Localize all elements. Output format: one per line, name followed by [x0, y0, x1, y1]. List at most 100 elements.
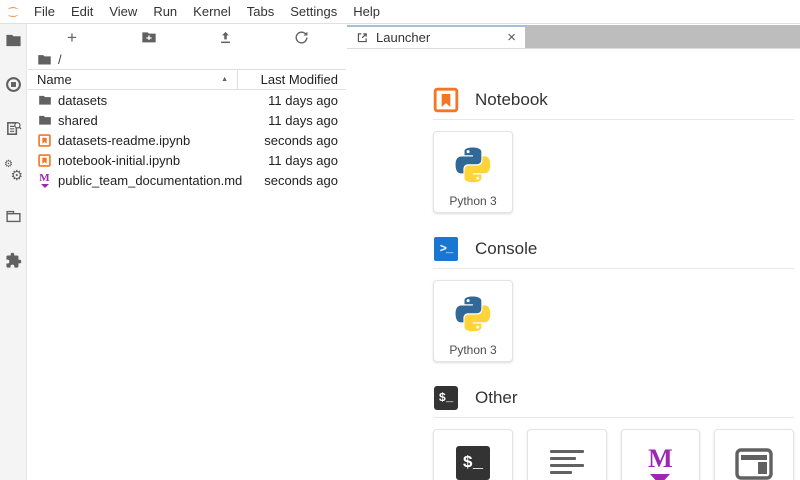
notebook-icon — [37, 133, 52, 148]
close-icon[interactable]: × — [507, 30, 516, 45]
column-header-last-modified[interactable]: Last Modified — [237, 70, 346, 89]
menu-file[interactable]: File — [26, 4, 63, 19]
file-modified: seconds ago — [264, 172, 338, 188]
notebook-icon — [37, 153, 52, 168]
sort-ascending-icon: ▲ — [221, 76, 228, 83]
property-inspector-icon[interactable]: ⚙ ⚙ — [4, 159, 23, 183]
menu-kernel[interactable]: Kernel — [185, 4, 239, 19]
jupyter-logo-icon — [7, 6, 19, 17]
breadcrumb: / — [28, 50, 346, 69]
section-console: >_ Console Python 3 — [433, 236, 794, 362]
markdown-arrow — [650, 474, 671, 480]
plus-glyph: + — [67, 27, 77, 47]
menu-view[interactable]: View — [101, 4, 145, 19]
terminal-glyph: $_ — [462, 453, 484, 473]
file-name: public_team_documentation.md — [58, 172, 243, 188]
card-row: $_ M — [433, 429, 794, 480]
file-modified: 11 days ago — [268, 152, 338, 168]
python-logo-icon — [455, 147, 491, 183]
tab-launcher[interactable]: Launcher × — [347, 25, 525, 48]
folder-icon — [37, 113, 52, 128]
file-modified: 11 days ago — [268, 92, 338, 108]
file-row[interactable]: shared 11 days ago — [28, 110, 346, 130]
file-browser-folder-icon[interactable] — [4, 31, 22, 49]
card-row: Python 3 — [433, 131, 794, 213]
menu-run[interactable]: Run — [145, 4, 185, 19]
name-header-label: Name — [37, 72, 72, 87]
terminal-dark-icon: $_ — [455, 446, 490, 480]
file-list-header: Name ▲ Last Modified — [28, 69, 346, 90]
terminal-dark-icon: $_ — [433, 385, 459, 411]
file-browser-panel: + / Name ▲ Last Modified datasets 11 day… — [28, 24, 346, 480]
card-label: Python 3 — [449, 343, 497, 357]
upload-icon[interactable] — [215, 27, 235, 47]
contextual-help-icon — [735, 448, 773, 480]
section-notebook: Notebook Python 3 — [433, 87, 794, 213]
section-header: $_ Other — [433, 385, 794, 411]
launcher-card-contextual-help[interactable] — [714, 429, 794, 480]
markdown-arrow — [40, 183, 49, 188]
gear-large-icon: ⚙ — [10, 167, 23, 183]
file-name: datasets-readme.ipynb — [58, 132, 191, 148]
section-other: $_ Other $_ M — [433, 385, 794, 480]
launcher-card-markdown-file[interactable]: M — [620, 429, 701, 480]
text-file-lines-icon — [549, 450, 584, 474]
activity-sidebar: ⚙ ⚙ — [0, 24, 27, 480]
extension-manager-icon[interactable] — [4, 251, 22, 269]
file-row[interactable]: datasets 11 days ago — [28, 90, 346, 110]
section-title: Other — [475, 388, 518, 407]
column-header-name[interactable]: Name ▲ — [28, 70, 237, 89]
file-list: datasets 11 days ago shared 11 days ago … — [28, 90, 346, 190]
launcher-panel: Launcher × Notebook Python 3 >_ Console … — [347, 24, 800, 480]
section-divider — [433, 119, 794, 120]
breadcrumb-root[interactable]: / — [58, 52, 62, 67]
menu-tabs[interactable]: Tabs — [239, 4, 282, 19]
gears-icon: ⚙ ⚙ — [4, 159, 23, 183]
menu-settings[interactable]: Settings — [282, 4, 345, 19]
file-name: notebook-initial.ipynb — [58, 152, 181, 168]
file-row[interactable]: datasets-readme.ipynb seconds ago — [28, 130, 346, 150]
menu-help[interactable]: Help — [345, 4, 388, 19]
python-logo-icon — [455, 296, 491, 332]
markdown-icon: M — [37, 171, 52, 188]
notebook-orange-icon — [433, 87, 459, 113]
section-title: Notebook — [475, 90, 548, 109]
markdown-arrow-icon: M — [648, 446, 673, 480]
jupyter-logo-icon — [0, 4, 26, 20]
open-tabs-icon[interactable] — [4, 207, 22, 225]
folder-icon[interactable] — [37, 52, 52, 67]
launcher-card-python3-notebook[interactable]: Python 3 — [433, 131, 513, 213]
section-header: Notebook — [433, 87, 794, 113]
file-row[interactable]: notebook-initial.ipynb 11 days ago — [28, 150, 346, 170]
launcher-card-terminal[interactable]: $_ — [433, 429, 513, 480]
card-row: Python 3 — [433, 280, 794, 362]
file-modified: 11 days ago — [268, 112, 338, 128]
console-glyph: >_ — [439, 242, 453, 256]
markdown-m-glyph: M — [648, 444, 673, 473]
command-palette-icon[interactable] — [4, 119, 22, 137]
file-row[interactable]: M public_team_documentation.md seconds a… — [28, 170, 346, 190]
launcher-card-python3-console[interactable]: Python 3 — [433, 280, 513, 362]
section-divider — [433, 417, 794, 418]
tab-bar: Launcher × — [347, 25, 800, 48]
section-title: Console — [475, 239, 538, 258]
launcher-icon — [357, 33, 367, 43]
folder-icon — [37, 93, 52, 108]
running-kernels-icon[interactable] — [4, 75, 22, 93]
section-header: >_ Console — [433, 236, 794, 262]
last-modified-header-label: Last Modified — [260, 72, 338, 87]
refresh-icon[interactable] — [292, 27, 312, 47]
new-launcher-plus-icon[interactable]: + — [62, 27, 82, 47]
section-divider — [433, 268, 794, 269]
launcher-card-text-file[interactable] — [526, 429, 607, 480]
file-name: datasets — [58, 92, 108, 108]
terminal-glyph: $_ — [438, 391, 454, 405]
card-label: Python 3 — [449, 194, 497, 208]
menu-edit[interactable]: Edit — [63, 4, 101, 19]
markdown-m-glyph: M — [39, 171, 50, 184]
new-folder-icon[interactable] — [139, 27, 159, 47]
file-browser-toolbar: + — [28, 24, 346, 50]
tab-title: Launcher — [376, 30, 431, 45]
file-modified: seconds ago — [264, 132, 338, 148]
menu-bar: File Edit View Run Kernel Tabs Settings … — [0, 0, 800, 24]
